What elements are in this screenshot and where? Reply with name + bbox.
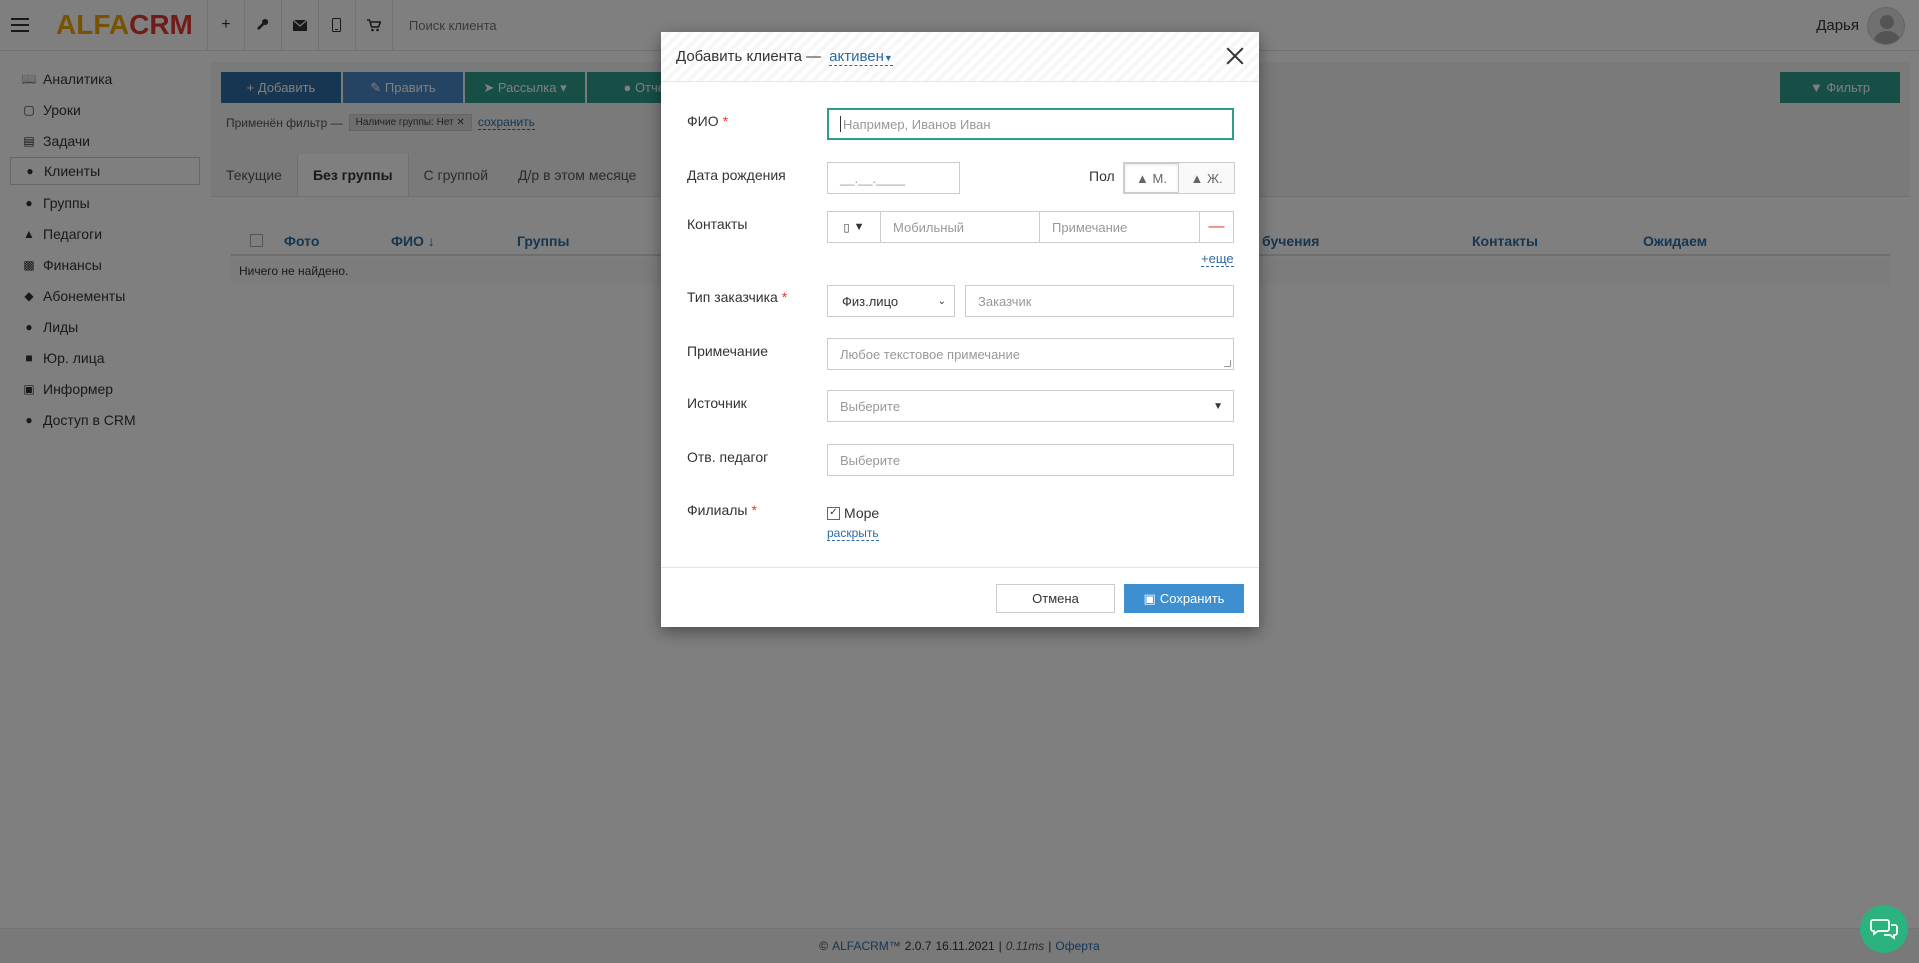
modal-title: Добавить клиента — — [676, 48, 822, 65]
gender-female-label: Ж. — [1206, 170, 1223, 186]
chevron-down-icon: ⌄ — [937, 295, 946, 307]
gender-male-label: М. — [1152, 170, 1167, 186]
gender-toggle: ▲ М. ▲ Ж. — [1123, 162, 1235, 194]
status-dropdown-label: активен — [829, 47, 884, 65]
female-icon: ▲ — [1190, 170, 1204, 186]
gender-label: Пол — [1089, 168, 1115, 184]
add-client-modal: Добавить клиента — активен▼ ФИО * Наприме… — [661, 32, 1259, 627]
birth-label: Дата рождения — [687, 167, 786, 183]
fio-label: ФИО * — [687, 113, 728, 129]
chat-icon[interactable] — [1860, 905, 1908, 953]
note-textarea[interactable]: Любое текстовое примечание — [827, 338, 1234, 370]
customer-type-label-text: Тип заказчика — [687, 289, 778, 305]
caret-down-icon: ▼ — [1213, 400, 1223, 412]
teacher-placeholder: Выберите — [840, 452, 901, 468]
mobile-placeholder: Мобильный — [893, 219, 965, 235]
gender-male-button[interactable]: ▲ М. — [1124, 163, 1179, 193]
contact-type-select[interactable]: ▯ ▼ — [827, 211, 881, 243]
customer-type-select[interactable]: Физ.лицо ⌄ — [827, 285, 955, 317]
remove-contact-button[interactable]: — — [1199, 211, 1234, 243]
floppy-disk-icon: ▣ — [1143, 590, 1156, 606]
mobile-phone-icon: ▯ — [843, 221, 850, 234]
modal-footer: Отмена ▣ Сохранить — [661, 567, 1259, 627]
cancel-button[interactable]: Отмена — [996, 584, 1115, 613]
source-select[interactable]: Выберите ▼ — [827, 390, 1234, 422]
modal-header: Добавить клиента — активен▼ — [661, 32, 1259, 82]
required-mark: * — [722, 113, 729, 129]
contact-note-input[interactable]: Примечание — [1039, 211, 1200, 243]
teacher-label: Отв. педагог — [687, 449, 769, 465]
branch-option-label: Море — [844, 505, 880, 521]
save-button[interactable]: ▣ Сохранить — [1124, 584, 1244, 613]
caret-down-icon: ▼ — [853, 221, 865, 233]
branches-label-text: Филиалы — [687, 502, 748, 518]
note-placeholder: Любое текстовое примечание — [840, 347, 1020, 362]
branches-label: Филиалы * — [687, 502, 757, 518]
birth-date-input[interactable]: __.__.____ — [827, 162, 960, 194]
caret-down-icon: ▼ — [883, 52, 893, 63]
add-more-contact-link[interactable]: +еще — [1201, 251, 1234, 267]
required-mark: * — [781, 289, 788, 305]
male-icon: ▲ — [1136, 170, 1149, 186]
close-icon[interactable] — [1224, 45, 1246, 67]
customer-placeholder: Заказчик — [978, 293, 1032, 309]
customer-type-label: Тип заказчика * — [687, 289, 787, 305]
contacts-label: Контакты — [687, 216, 748, 232]
fio-placeholder: Например, Иванов Иван — [843, 116, 991, 132]
status-dropdown[interactable]: активен▼ — [829, 48, 893, 66]
birth-placeholder: __.__.____ — [840, 170, 906, 186]
customer-type-value: Физ.лицо — [842, 293, 899, 309]
checkbox-checked-icon[interactable]: ✓ — [827, 506, 840, 520]
mobile-input[interactable]: Мобильный — [880, 211, 1040, 243]
expand-branches-link[interactable]: раскрыть — [827, 526, 879, 541]
fio-input[interactable]: Например, Иванов Иван — [827, 108, 1234, 140]
teacher-select[interactable]: Выберите — [827, 444, 1234, 476]
gender-female-button[interactable]: ▲ Ж. — [1179, 163, 1234, 193]
source-label: Источник — [687, 395, 747, 411]
required-mark: * — [751, 502, 757, 518]
save-button-label: Сохранить — [1159, 591, 1225, 606]
branch-checkbox[interactable]: ✓ Море — [827, 505, 879, 521]
contact-note-placeholder: Примечание — [1052, 219, 1128, 235]
fio-label-text: ФИО — [687, 113, 719, 129]
source-placeholder: Выберите — [840, 398, 901, 414]
customer-input[interactable]: Заказчик — [965, 285, 1234, 317]
note-label: Примечание — [687, 343, 769, 359]
